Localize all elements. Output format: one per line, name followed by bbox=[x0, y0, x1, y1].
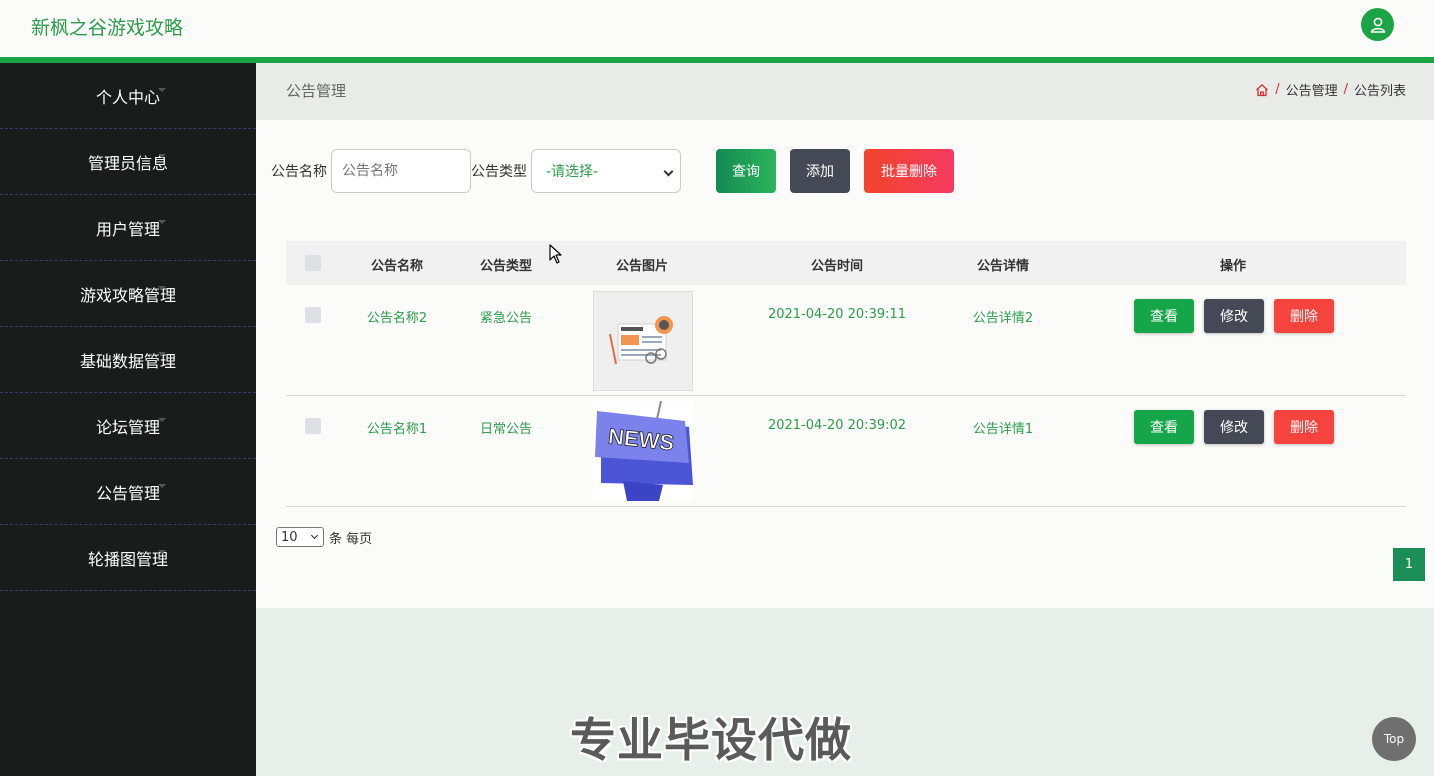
page-title: 公告管理 bbox=[286, 82, 347, 100]
row-name: 公告名称1 bbox=[366, 422, 428, 437]
chevron-down-icon bbox=[310, 531, 319, 540]
column-header-detail: 公告详情 bbox=[976, 259, 1030, 274]
breadcrumb-separator: / bbox=[1343, 82, 1348, 97]
table-row: 公告名称1 日常公告 NEWS 2021-04-20 20:39:02 公告详情… bbox=[286, 396, 1406, 507]
caret-down-icon bbox=[158, 352, 166, 356]
edit-button[interactable]: 修改 bbox=[1204, 299, 1264, 333]
row-time: 2021-04-20 20:39:02 bbox=[767, 418, 907, 433]
user-icon bbox=[1370, 17, 1385, 33]
column-header-actions: 操作 bbox=[1219, 259, 1247, 274]
batch-delete-button[interactable]: 批量删除 bbox=[864, 149, 954, 193]
row-type: 日常公告 bbox=[479, 422, 533, 437]
sidebar-item-guide-management[interactable]: 游戏攻略管理 bbox=[0, 261, 256, 327]
table-header: 公告名称 公告类型 公告图片 公告时间 公告详情 操作 bbox=[286, 241, 1406, 285]
edit-button[interactable]: 修改 bbox=[1204, 410, 1264, 444]
caret-down-icon bbox=[158, 88, 166, 92]
breadcrumb-bar: 公告管理 / 公告管理 / 公告列表 bbox=[256, 63, 1434, 120]
sidebar-item-label: 公告管理 bbox=[95, 483, 160, 503]
row-detail: 公告详情2 bbox=[972, 311, 1034, 326]
view-button[interactable]: 查看 bbox=[1134, 299, 1194, 333]
back-to-top-button[interactable]: Top bbox=[1372, 717, 1416, 761]
view-button[interactable]: 查看 bbox=[1134, 410, 1194, 444]
sidebar-item-label: 管理员信息 bbox=[87, 153, 168, 173]
news-key-icon: NEWS bbox=[593, 401, 693, 501]
mouse-cursor-icon bbox=[549, 244, 562, 264]
page-size-control: 10 条 每页 bbox=[276, 527, 372, 547]
delete-button[interactable]: 删除 bbox=[1274, 299, 1334, 333]
caret-down-icon bbox=[158, 154, 166, 158]
type-filter-label: 公告类型 bbox=[471, 164, 527, 180]
breadcrumb-announcement-list: 公告列表 bbox=[1353, 84, 1406, 99]
row-type: 紧急公告 bbox=[479, 311, 533, 326]
delete-button[interactable]: 删除 bbox=[1274, 410, 1334, 444]
column-header-type: 公告类型 bbox=[479, 259, 533, 274]
add-button[interactable]: 添加 bbox=[790, 149, 850, 193]
sidebar-item-user-management[interactable]: 用户管理 bbox=[0, 195, 256, 261]
row-detail: 公告详情1 bbox=[972, 422, 1034, 437]
table-row: 公告名称2 紧急公告 2021-04-20 20:39:11 公告详情2 查看 bbox=[286, 285, 1406, 396]
breadcrumb: / 公告管理 / 公告列表 bbox=[1255, 80, 1406, 99]
sidebar-item-forum[interactable]: 论坛管理 bbox=[0, 393, 256, 459]
caret-down-icon bbox=[158, 550, 166, 554]
newspaper-icon bbox=[594, 292, 692, 390]
sidebar-item-label: 个人中心 bbox=[95, 87, 160, 107]
name-filter-label: 公告名称 bbox=[271, 164, 327, 180]
caret-down-icon bbox=[158, 418, 166, 422]
announcement-table: 公告名称 公告类型 公告图片 公告时间 公告详情 操作 公告名称2 紧急公告 2… bbox=[286, 241, 1406, 507]
sidebar: 个人中心 管理员信息 用户管理 游戏攻略管理 基础数据管理 论坛管理 公告管理 … bbox=[0, 63, 256, 776]
page-size-suffix: 条 每页 bbox=[329, 531, 373, 547]
watermark-text: 专业毕设代做 bbox=[570, 713, 852, 767]
row-time: 2021-04-20 20:39:11 bbox=[767, 307, 907, 322]
breadcrumb-announcement-management[interactable]: 公告管理 bbox=[1286, 80, 1338, 99]
page-size-value: 10 bbox=[281, 529, 298, 545]
sidebar-item-label: 用户管理 bbox=[95, 219, 160, 239]
chevron-down-icon bbox=[663, 166, 674, 177]
select-all-checkbox[interactable] bbox=[305, 255, 321, 271]
page-button-current[interactable]: 1 bbox=[1393, 548, 1425, 581]
row-checkbox[interactable] bbox=[305, 418, 321, 434]
column-header-time: 公告时间 bbox=[810, 259, 864, 274]
row-name: 公告名称2 bbox=[366, 311, 428, 326]
sidebar-item-basic-data[interactable]: 基础数据管理 bbox=[0, 327, 256, 393]
top-bar: 新枫之谷游戏攻略 bbox=[0, 0, 1434, 63]
row-checkbox[interactable] bbox=[305, 307, 321, 323]
query-button[interactable]: 查询 bbox=[716, 149, 776, 193]
sidebar-item-label: 轮播图管理 bbox=[87, 549, 168, 569]
user-avatar-button[interactable] bbox=[1361, 8, 1394, 41]
sidebar-item-announcements[interactable]: 公告管理 bbox=[0, 459, 256, 525]
sidebar-item-label: 论坛管理 bbox=[95, 417, 160, 437]
news-illustration-image[interactable] bbox=[593, 291, 693, 391]
news-key-image[interactable]: NEWS bbox=[593, 401, 693, 501]
type-filter-select[interactable]: -请选择- bbox=[531, 149, 681, 193]
type-filter-value: -请选择- bbox=[546, 164, 599, 180]
home-icon[interactable] bbox=[1255, 83, 1269, 97]
name-filter-input[interactable] bbox=[331, 149, 471, 193]
column-header-name: 公告名称 bbox=[370, 259, 424, 274]
app-title: 新枫之谷游戏攻略 bbox=[31, 17, 184, 39]
caret-down-icon bbox=[158, 286, 166, 290]
sidebar-item-personal-center[interactable]: 个人中心 bbox=[0, 63, 256, 129]
caret-down-icon bbox=[158, 220, 166, 224]
sidebar-item-admin-info[interactable]: 管理员信息 bbox=[0, 129, 256, 195]
column-header-image: 公告图片 bbox=[615, 259, 669, 274]
sidebar-item-carousel[interactable]: 轮播图管理 bbox=[0, 525, 256, 591]
page-size-select[interactable]: 10 bbox=[276, 527, 324, 547]
breadcrumb-separator: / bbox=[1275, 82, 1280, 97]
caret-down-icon bbox=[158, 484, 166, 488]
